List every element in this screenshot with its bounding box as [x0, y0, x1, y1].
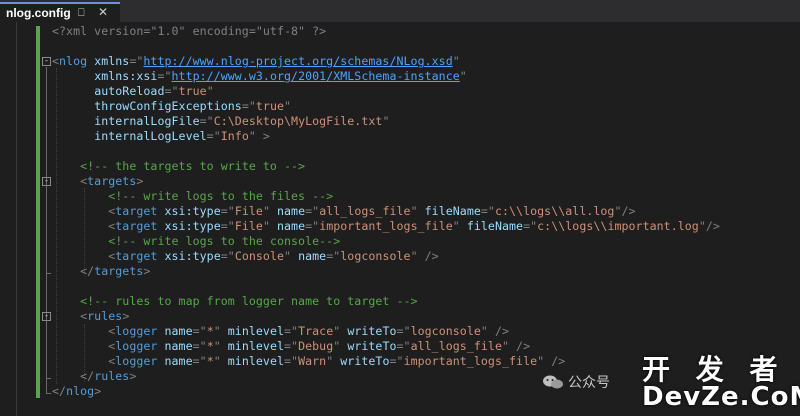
xmlns-xsi-link[interactable]: http://www.w3.org/2001/XMLSchema-instanc…	[172, 69, 460, 83]
tab-title: nlog.config	[6, 6, 71, 20]
code-line-21: <logger name="*" minlevel="Trace" writeT…	[52, 324, 510, 338]
fold-end-targets	[46, 273, 51, 274]
code-line-17: </targets>	[52, 264, 151, 278]
wechat-icon	[543, 375, 563, 389]
collapse-nlog-icon[interactable]: -	[42, 57, 51, 66]
close-icon[interactable]: ✕	[98, 5, 108, 19]
code-line-12: <!-- write logs to the files -->	[108, 189, 334, 203]
code-line-6: throwConfigExceptions="true"	[94, 99, 292, 113]
code-lines: <?xml version="1.0" encoding="utf-8" ?> …	[52, 24, 720, 399]
fold-end-nlog	[46, 393, 51, 394]
code-line-13: <target xsi:type="File" name="all_logs_f…	[52, 204, 636, 218]
code-line-1: <?xml version="1.0" encoding="utf-8" ?>	[52, 24, 327, 38]
tab-nlog-config[interactable]: nlog.config ⎕ ✕	[0, 2, 120, 22]
code-line-3: <nlog xmlns="http://www.nlog-project.org…	[52, 54, 460, 68]
collapse-targets-icon[interactable]: -	[42, 177, 51, 186]
code-line-8: internalLogLevel="Info" >	[94, 129, 270, 143]
code-line-7: internalLogFile="C:\Desktop\MyLogFile.tx…	[94, 114, 390, 128]
fold-guide-nlog	[46, 67, 47, 393]
tab-bar: nlog.config ⎕ ✕	[0, 0, 800, 22]
watermark-brand-bottom: DevZe.CoM	[642, 382, 800, 412]
fold-end-rules	[46, 378, 51, 379]
gutter-divider	[16, 22, 17, 416]
code-line-19: <!-- rules to map from logger name to ta…	[80, 294, 418, 308]
collapse-rules-icon[interactable]: -	[42, 312, 51, 321]
code-line-14: <target xsi:type="File" name="important_…	[52, 219, 720, 233]
code-line-4: xmlns:xsi="http://www.w3.org/2001/XMLSch…	[94, 69, 467, 83]
change-indicator-bar	[36, 26, 40, 398]
code-line-11: <targets>	[52, 174, 144, 188]
code-line-5: autoReload="true"	[94, 84, 214, 98]
code-line-15: <!-- write logs to the console-->	[108, 234, 341, 248]
watermark-label: 公众号	[568, 375, 610, 391]
code-line-20: <rules>	[52, 309, 130, 323]
watermark: 公众号 开 发 者 DevZe.CoM	[538, 352, 800, 414]
code-line-10: <!-- the targets to write to -->	[80, 159, 306, 173]
code-line-16: <target xsi:type="Console" name="logcons…	[52, 249, 439, 263]
pin-icon[interactable]: ⎕	[78, 6, 85, 20]
xmlns-link[interactable]: http://www.nlog-project.org/schemas/NLog…	[143, 54, 452, 68]
